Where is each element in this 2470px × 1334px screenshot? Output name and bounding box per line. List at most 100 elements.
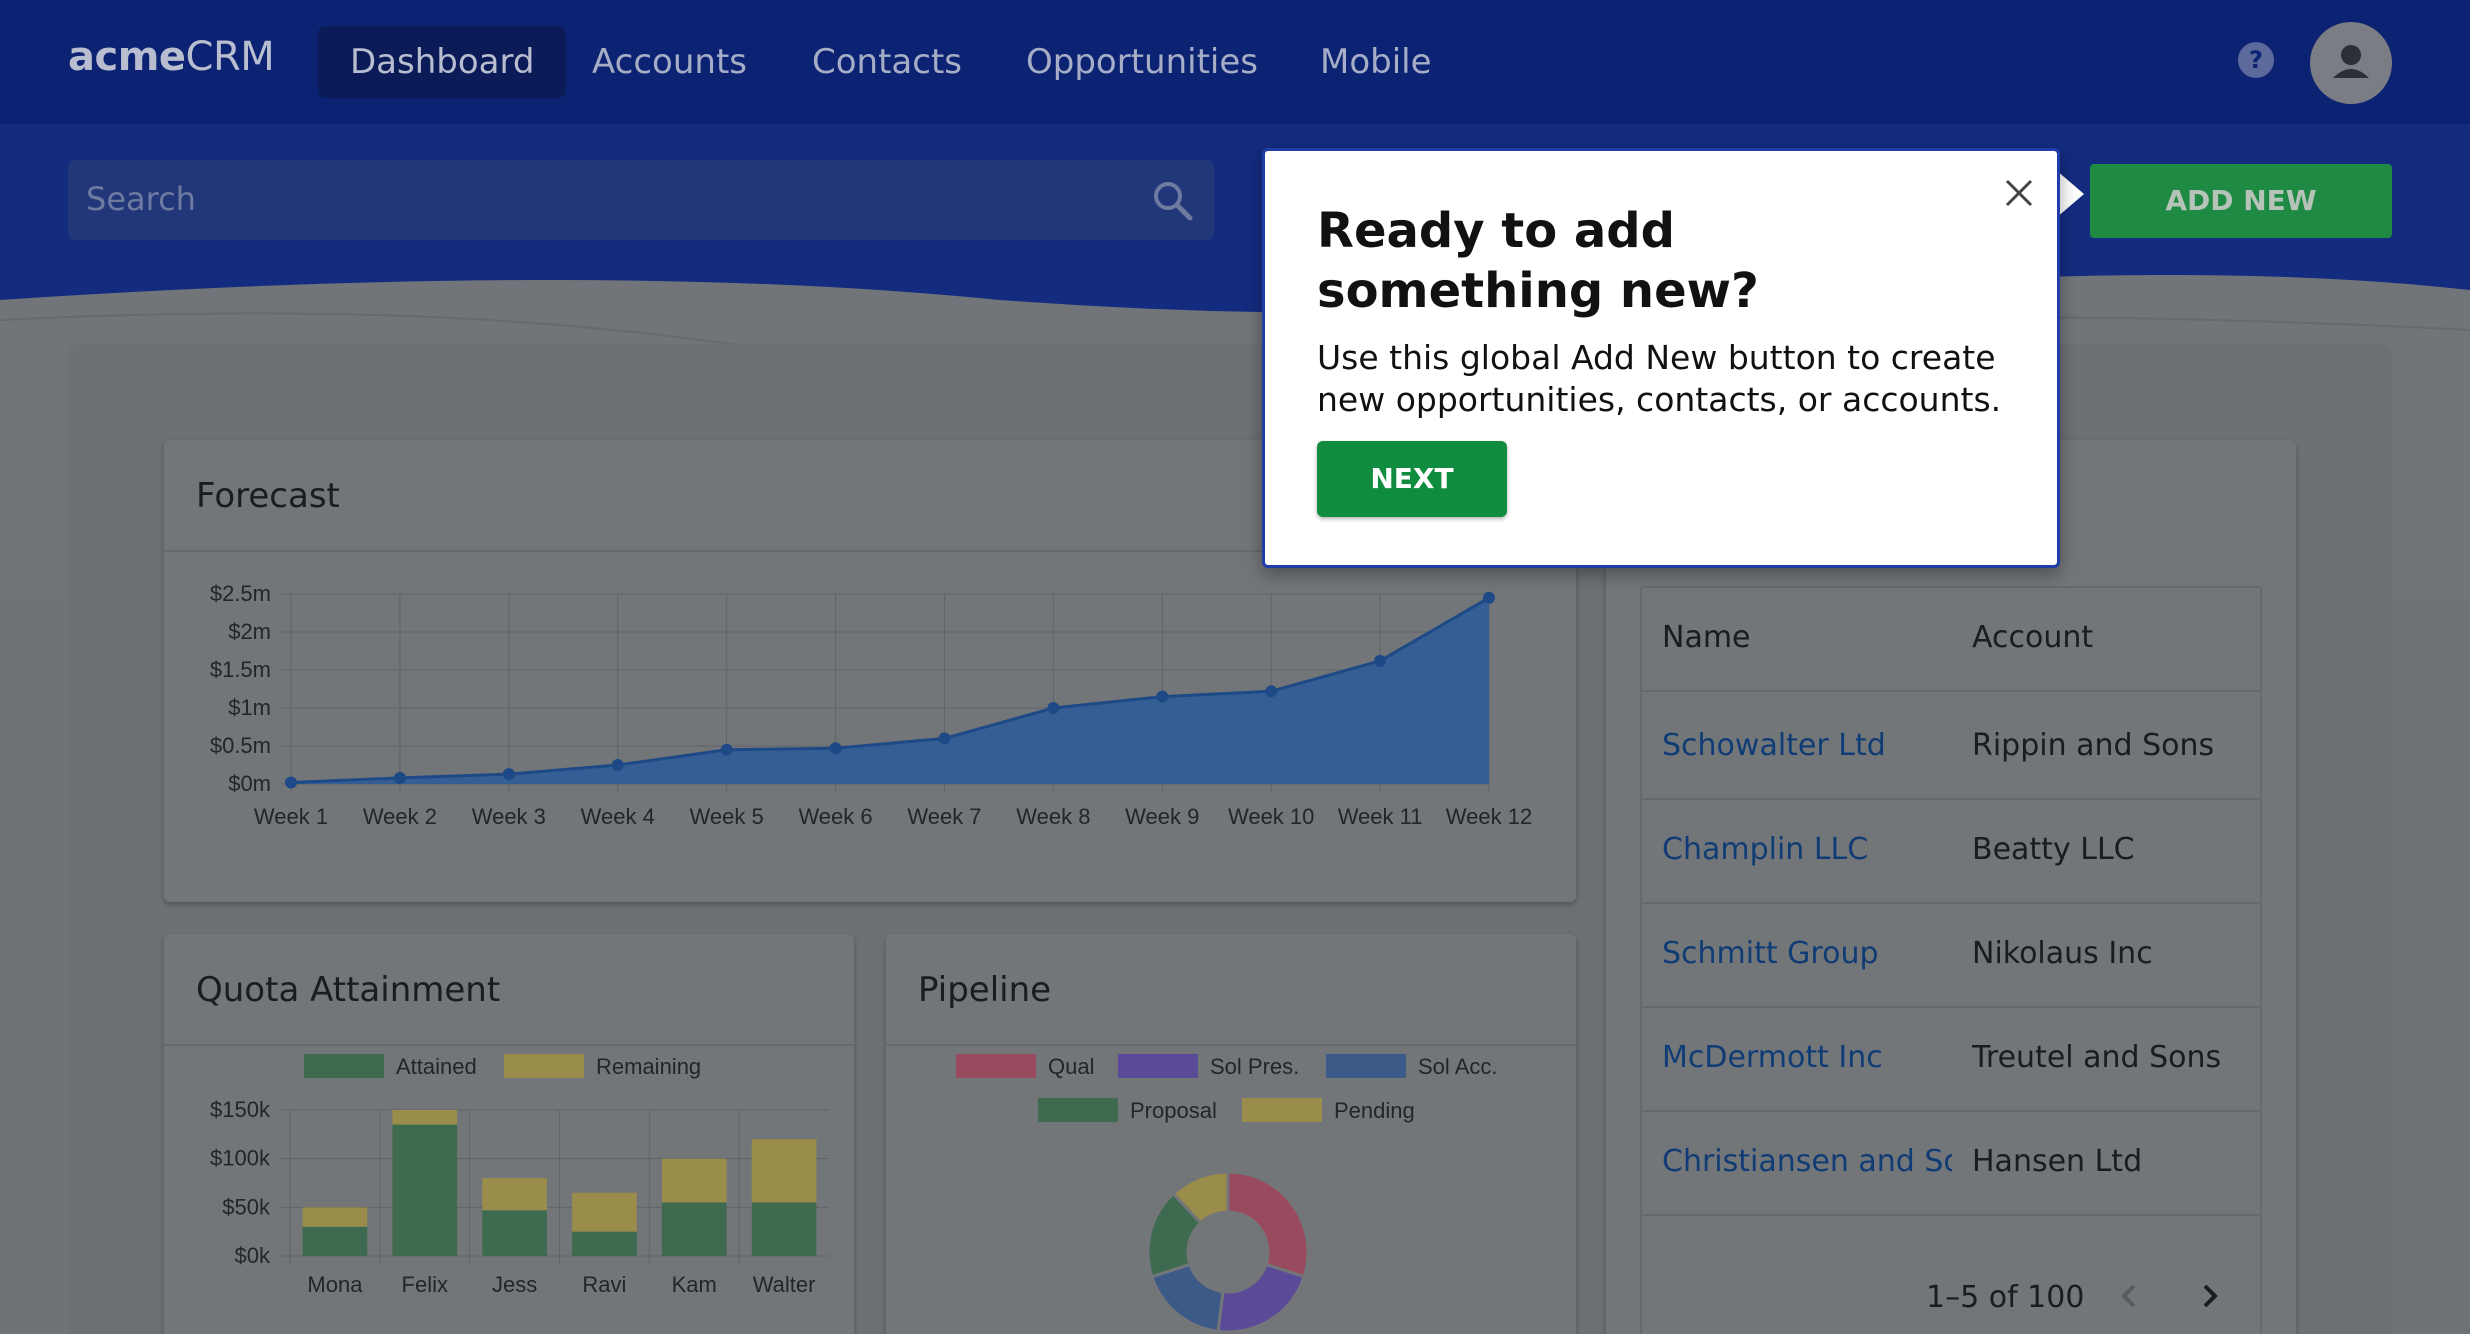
quota-card-header: Quota Attainment <box>164 934 854 1046</box>
svg-text:?: ? <box>2249 46 2263 74</box>
quota-chart: Attained Remaining $0k $50k $100k $150k Mona Fe… <box>210 1054 829 1297</box>
row-name-link[interactable]: McDermott Inc <box>1662 1040 1952 1075</box>
search-bar[interactable]: Search <box>68 160 1214 240</box>
y-tick-label: $1.5m <box>210 657 271 682</box>
table-pagination: 1–5 of 100 <box>1642 1238 2260 1334</box>
legend-swatch <box>304 1054 384 1078</box>
row-account: Beatty LLC <box>1972 832 2135 867</box>
forecast-title: Forecast <box>196 476 340 516</box>
table-row: Schmitt Group Nikolaus Inc <box>1642 904 2260 1008</box>
close-icon[interactable] <box>2001 175 2037 211</box>
y-tick-label: $150k <box>210 1097 271 1122</box>
onboarding-popover: Ready to add something new? Use this glo… <box>1262 148 2060 568</box>
x-tick-label: Week 3 <box>472 804 546 829</box>
bar-attained <box>661 1202 727 1256</box>
chevron-right-icon[interactable] <box>2192 1278 2228 1314</box>
legend-swatch <box>1326 1054 1406 1078</box>
y-tick-label: $100k <box>210 1146 271 1171</box>
x-tick-label: Kam <box>672 1272 717 1297</box>
forecast-point <box>285 776 297 789</box>
quota-title: Quota Attainment <box>196 970 501 1010</box>
chevron-left-icon[interactable] <box>2112 1278 2148 1314</box>
legend-swatch <box>504 1054 584 1078</box>
search-icon[interactable] <box>1150 178 1194 222</box>
search-input[interactable]: Search <box>86 180 196 218</box>
x-tick-label: Week 6 <box>798 804 872 829</box>
bar-remaining <box>482 1178 547 1211</box>
popover-next-button[interactable]: NEXT <box>1317 441 1507 517</box>
row-name-link[interactable]: Schmitt Group <box>1662 936 1952 971</box>
nav-opportunities[interactable]: Opportunities <box>994 26 1290 98</box>
legend-label: Proposal <box>1130 1098 1217 1123</box>
y-tick-label: $0.5m <box>210 733 271 758</box>
bar-remaining <box>572 1192 637 1232</box>
x-tick-label: Week 2 <box>363 804 437 829</box>
column-header-name[interactable]: Name <box>1662 620 1952 655</box>
row-account: Hansen Ltd <box>1972 1144 2143 1179</box>
row-name-link[interactable]: Champlin LLC <box>1662 832 1952 867</box>
row-account: Nikolaus Inc <box>1972 936 2153 971</box>
nav-mobile[interactable]: Mobile <box>1288 26 1464 98</box>
bar-attained <box>572 1231 637 1256</box>
user-avatar-icon <box>2333 45 2369 78</box>
popover-pointer <box>2056 170 2084 218</box>
x-tick-label: Mona <box>307 1272 363 1297</box>
x-tick-label: Week 5 <box>690 804 764 829</box>
row-name-link[interactable]: Schowalter Ltd <box>1662 728 1952 763</box>
nav-contacts[interactable]: Contacts <box>780 26 994 98</box>
app-logo[interactable]: acmeCRM <box>68 34 275 80</box>
bar-attained <box>392 1124 458 1256</box>
x-tick-label: Walter <box>753 1272 816 1297</box>
table-row: McDermott Inc Treutel and Sons <box>1642 1008 2260 1112</box>
x-tick-label: Felix <box>402 1272 448 1297</box>
y-tick-label: $0k <box>235 1243 271 1268</box>
x-tick-label: Jess <box>492 1272 537 1297</box>
opportunities-table: Name Account Schowalter Ltd Rippin and S… <box>1640 586 2262 1334</box>
nav-dashboard[interactable]: Dashboard <box>318 26 567 98</box>
legend-swatch <box>1118 1054 1198 1078</box>
forecast-area <box>291 597 1489 784</box>
forecast-point <box>829 742 842 755</box>
row-name-link[interactable]: Christiansen and Sons <box>1662 1144 1952 1179</box>
pipeline-card-header: Pipeline <box>886 934 1576 1046</box>
help-circle-icon[interactable]: ? <box>2236 40 2276 80</box>
legend-label: Sol Acc. <box>1418 1054 1497 1079</box>
legend-swatch <box>956 1054 1036 1078</box>
table-row: Christiansen and Sons Hansen Ltd <box>1642 1112 2260 1216</box>
pie-slice-qual <box>1226 1170 1310 1279</box>
forecast-point <box>611 759 624 771</box>
table-row: Champlin LLC Beatty LLC <box>1642 800 2260 904</box>
x-tick-label: Week 8 <box>1016 804 1090 829</box>
forecast-point <box>1483 591 1495 604</box>
table-header-row: Name Account <box>1642 588 2260 692</box>
forecast-chart: $0m $0.5m $1m $1.5m $2m $2.5m Week 1 Week 2 Week… <box>210 581 1532 829</box>
nav-accounts[interactable]: Accounts <box>560 26 779 98</box>
column-header-account[interactable]: Account <box>1972 620 2252 655</box>
forecast-point <box>502 768 515 781</box>
forecast-point <box>393 771 406 784</box>
y-tick-label: $1m <box>228 695 271 720</box>
legend-label: Remaining <box>596 1054 701 1079</box>
forecast-point <box>1374 654 1387 667</box>
bar-remaining <box>751 1139 817 1203</box>
y-tick-label: $2.5m <box>210 581 271 606</box>
bar-attained <box>482 1210 547 1256</box>
pipeline-chart: Qual Sol Pres. Sol Acc. Proposal Pending <box>956 1054 1497 1334</box>
x-tick-label: Week 12 <box>1446 804 1532 829</box>
bar-remaining <box>392 1110 458 1125</box>
add-new-button[interactable]: ADD NEW <box>2090 164 2392 238</box>
pie-slice-sol-pres- <box>1216 1262 1306 1334</box>
popover-title: Ready to add something new? <box>1317 203 1759 319</box>
x-tick-label: Week 4 <box>581 804 655 829</box>
user-avatar[interactable] <box>2310 22 2392 104</box>
legend-label: Qual <box>1048 1054 1094 1079</box>
x-tick-label: Week 1 <box>254 804 328 829</box>
x-tick-label: Week 7 <box>907 804 981 829</box>
bar-remaining <box>302 1207 368 1227</box>
y-tick-label: $2m <box>228 619 271 644</box>
forecast-point <box>1047 702 1060 714</box>
bar-attained <box>302 1226 368 1256</box>
x-tick-label: Ravi <box>582 1272 626 1297</box>
row-account: Rippin and Sons <box>1972 728 2215 763</box>
legend-label: Attained <box>396 1054 477 1079</box>
